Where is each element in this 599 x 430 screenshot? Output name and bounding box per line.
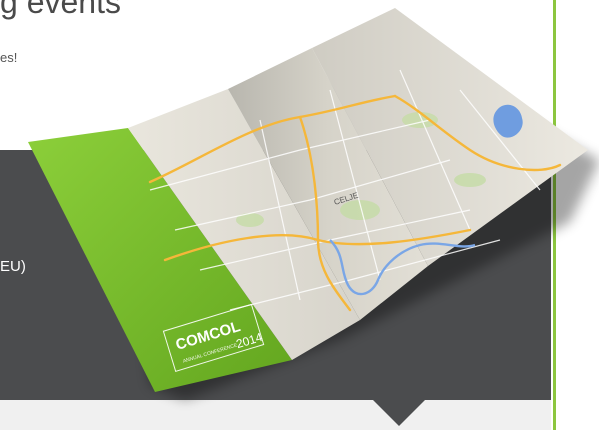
brochure-image: CELJE COMCOL ANNUAL CONFERENCE 2014 [28, 8, 599, 400]
